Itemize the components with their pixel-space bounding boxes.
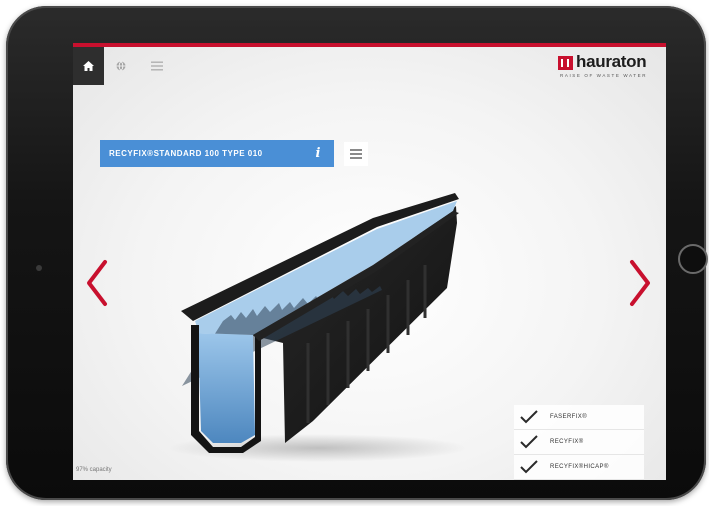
- option-recyfix[interactable]: RECYFIX®: [514, 430, 644, 455]
- option-label: FASERFIX®: [550, 414, 588, 420]
- app-screen: hauraton RAISE OF WASTE WATER RECYFIX®ST…: [73, 43, 666, 480]
- tablet-frame: hauraton RAISE OF WASTE WATER RECYFIX®ST…: [6, 6, 708, 500]
- capacity-status: 97% capacity: [76, 467, 112, 473]
- chevron-left-icon[interactable]: [81, 258, 111, 308]
- channel-front-water: [198, 333, 255, 443]
- product-options-list: FASERFIX® RECYFIX® RECYFIX®HICAP®: [514, 405, 644, 480]
- check-icon: [520, 435, 538, 449]
- option-label: RECYFIX®HICAP®: [550, 464, 609, 470]
- option-label: RECYFIX®: [550, 439, 584, 445]
- option-recyfix-hicap[interactable]: RECYFIX®HICAP®: [514, 455, 644, 480]
- chevron-right-icon[interactable]: [626, 258, 656, 308]
- check-icon: [520, 460, 538, 474]
- check-icon: [520, 410, 538, 424]
- camera-dot: [36, 265, 42, 271]
- tablet-home-button[interactable]: [678, 244, 708, 274]
- option-faserfix[interactable]: FASERFIX®: [514, 405, 644, 430]
